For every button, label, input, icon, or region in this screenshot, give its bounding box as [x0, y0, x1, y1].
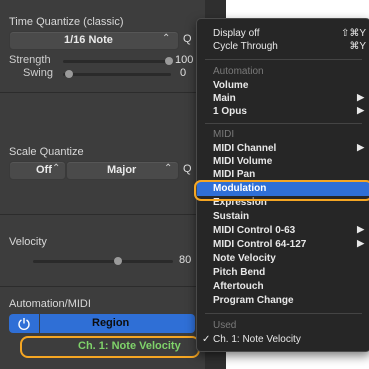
menu-header-automation: Automation: [213, 66, 264, 77]
menu-item-midi-control-0-63[interactable]: MIDI Control 0-63 ▶: [197, 224, 369, 238]
modulation-annotation-outline: [194, 180, 369, 201]
menu-header-used: Used: [213, 320, 237, 331]
submenu-arrow-icon: ▶: [357, 238, 364, 248]
menu-separator: [205, 313, 362, 314]
menu-header-midi: MIDI: [213, 129, 235, 140]
menu-item-sustain[interactable]: Sustain: [197, 210, 369, 224]
checkmark-icon: ✓: [202, 334, 211, 345]
menu-item-1-opus[interactable]: 1 Opus ▶: [197, 105, 369, 119]
menu-item-program-change[interactable]: Program Change: [197, 294, 369, 308]
menu-item-aftertouch[interactable]: Aftertouch: [197, 280, 369, 294]
menu-item-cycle-through[interactable]: Cycle Through ⌘Y: [197, 40, 369, 54]
submenu-arrow-icon: ▶: [357, 105, 364, 115]
menu-item-midi-channel[interactable]: MIDI Channel ▶: [197, 142, 369, 156]
menu-item-midi-volume[interactable]: MIDI Volume: [197, 155, 369, 169]
menu-item-midi-control-64-127[interactable]: MIDI Control 64-127 ▶: [197, 238, 369, 252]
menu-item-note-velocity[interactable]: Note Velocity: [197, 252, 369, 266]
submenu-arrow-icon: ▶: [357, 142, 364, 152]
submenu-arrow-icon: ▶: [357, 224, 364, 234]
menu-item-volume[interactable]: Volume: [197, 79, 369, 93]
menu-item-display-off[interactable]: Display off ⇧⌘Y: [197, 27, 369, 41]
menu-item-pitch-bend[interactable]: Pitch Bend: [197, 266, 369, 280]
submenu-arrow-icon: ▶: [357, 92, 364, 102]
menu-separator: [205, 59, 362, 60]
menu-item-main[interactable]: Main ▶: [197, 92, 369, 106]
menu-separator: [205, 123, 362, 124]
menu-item-used-note-velocity[interactable]: ✓ Ch. 1: Note Velocity: [197, 333, 369, 347]
